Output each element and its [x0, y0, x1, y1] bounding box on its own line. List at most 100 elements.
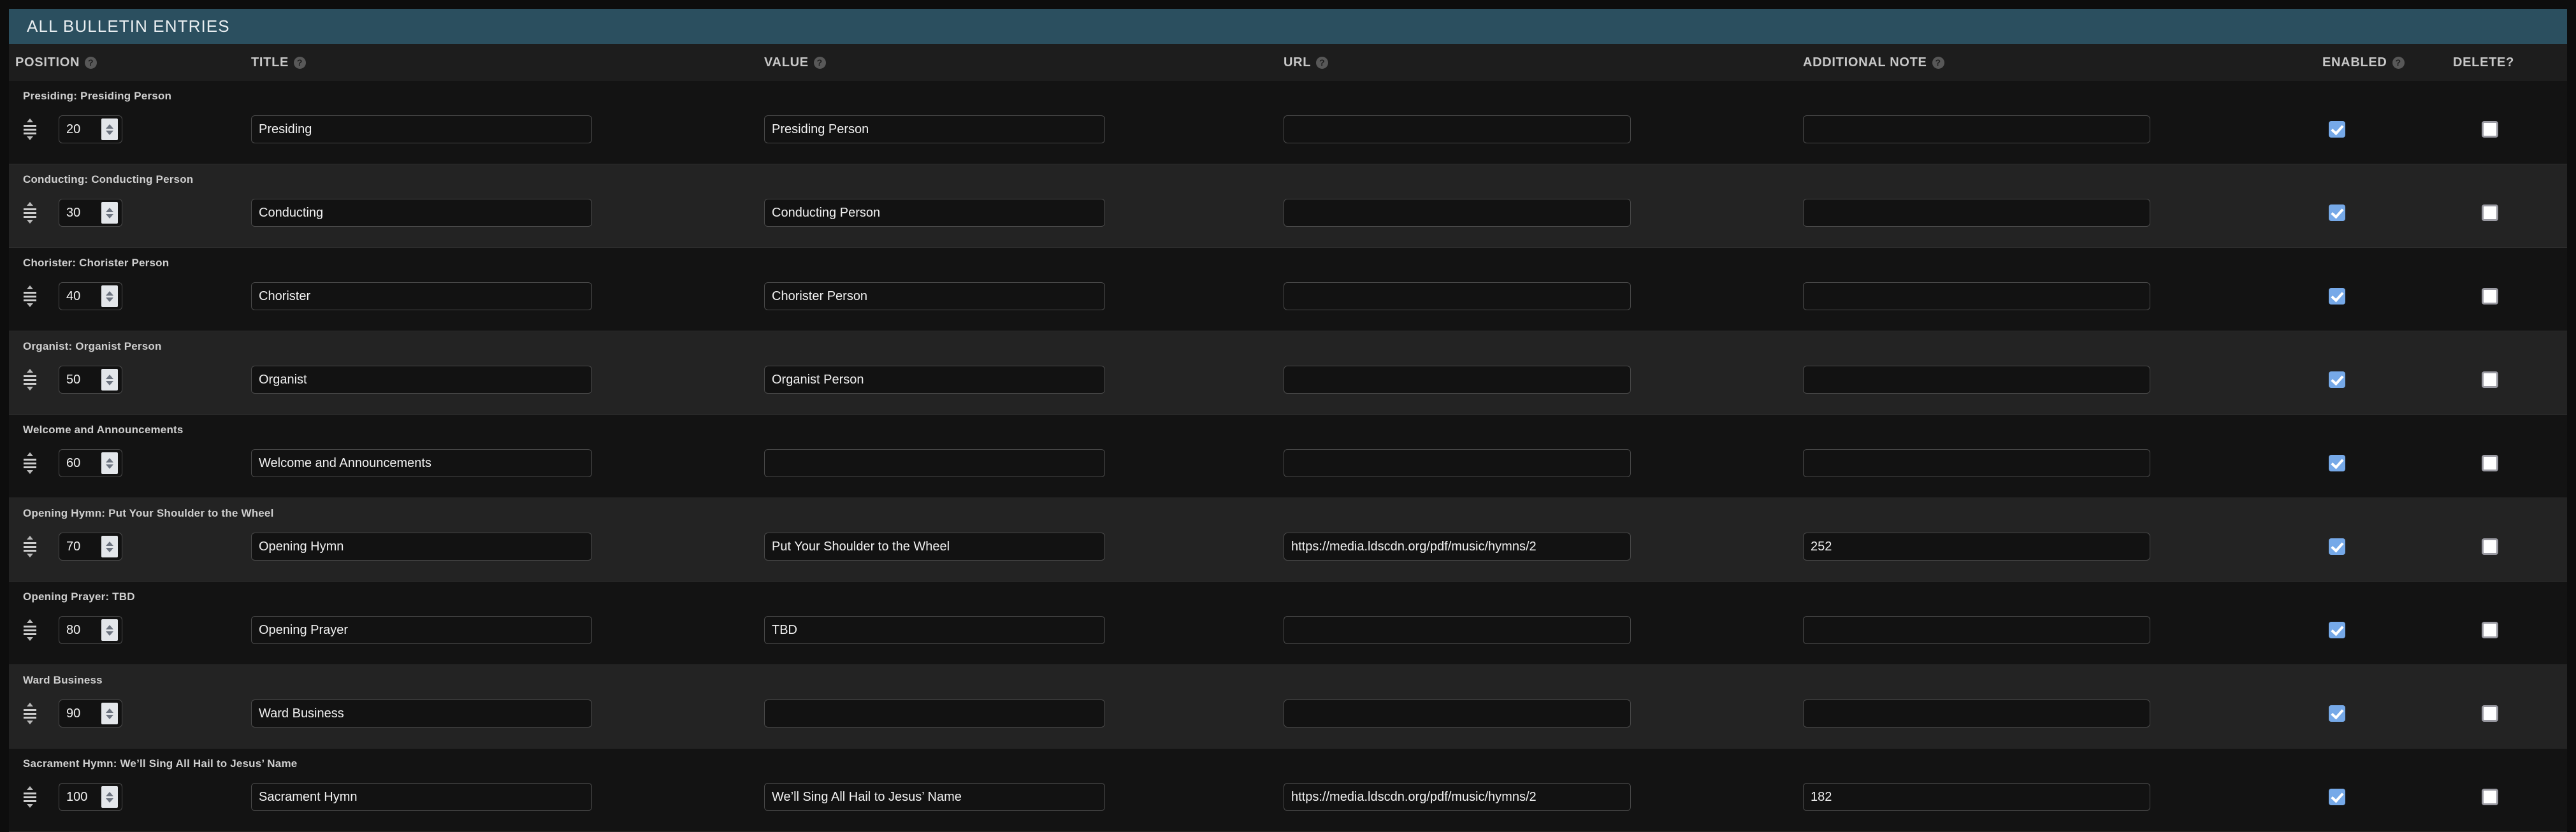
- stepper-buttons[interactable]: [101, 786, 118, 808]
- url-input[interactable]: [1284, 366, 1631, 394]
- title-input[interactable]: [251, 282, 592, 310]
- chevron-up-icon[interactable]: [106, 625, 113, 629]
- stepper-buttons[interactable]: [101, 202, 118, 224]
- delete-checkbox[interactable]: [2482, 204, 2498, 221]
- note-input[interactable]: [1803, 282, 2150, 310]
- delete-checkbox[interactable]: [2482, 622, 2498, 638]
- chevron-up-icon[interactable]: [106, 291, 113, 296]
- url-input[interactable]: [1284, 282, 1631, 310]
- note-input[interactable]: [1803, 616, 2150, 644]
- url-input[interactable]: [1284, 699, 1631, 728]
- chevron-down-icon[interactable]: [106, 548, 113, 552]
- chevron-down-icon[interactable]: [106, 464, 113, 469]
- delete-checkbox[interactable]: [2482, 371, 2498, 388]
- chevron-up-icon[interactable]: [106, 542, 113, 546]
- delete-checkbox[interactable]: [2482, 538, 2498, 555]
- enabled-checkbox[interactable]: [2329, 789, 2345, 805]
- url-input[interactable]: [1284, 783, 1631, 811]
- position-stepper[interactable]: 30: [59, 199, 122, 227]
- position-stepper[interactable]: 60: [59, 449, 122, 477]
- position-value[interactable]: 40: [59, 283, 101, 310]
- chevron-down-icon[interactable]: [106, 214, 113, 219]
- drag-handle-icon[interactable]: [20, 616, 40, 644]
- url-input[interactable]: [1284, 533, 1631, 561]
- title-input[interactable]: [251, 366, 592, 394]
- enabled-checkbox[interactable]: [2329, 622, 2345, 638]
- chevron-down-icon[interactable]: [106, 631, 113, 636]
- enabled-checkbox[interactable]: [2329, 121, 2345, 138]
- stepper-buttons[interactable]: [101, 452, 118, 474]
- help-icon[interactable]: ?: [85, 57, 97, 69]
- position-stepper[interactable]: 80: [59, 616, 122, 644]
- position-value[interactable]: 90: [59, 700, 101, 727]
- note-input[interactable]: [1803, 699, 2150, 728]
- chevron-up-icon[interactable]: [106, 458, 113, 463]
- chevron-down-icon[interactable]: [106, 298, 113, 302]
- value-input[interactable]: [764, 699, 1105, 728]
- chevron-up-icon[interactable]: [106, 792, 113, 796]
- note-input[interactable]: [1803, 115, 2150, 143]
- note-input[interactable]: [1803, 533, 2150, 561]
- position-value[interactable]: 30: [59, 199, 101, 226]
- stepper-buttons[interactable]: [101, 285, 118, 307]
- drag-handle-icon[interactable]: [20, 282, 40, 310]
- position-value[interactable]: 80: [59, 617, 101, 643]
- delete-checkbox[interactable]: [2482, 288, 2498, 305]
- chevron-down-icon[interactable]: [106, 131, 113, 135]
- title-input[interactable]: [251, 115, 592, 143]
- title-input[interactable]: [251, 449, 592, 477]
- drag-handle-icon[interactable]: [20, 699, 40, 728]
- help-icon[interactable]: ?: [814, 57, 826, 69]
- stepper-buttons[interactable]: [101, 369, 118, 391]
- help-icon[interactable]: ?: [1316, 57, 1328, 69]
- chevron-up-icon[interactable]: [106, 708, 113, 713]
- position-value[interactable]: 50: [59, 366, 101, 393]
- position-stepper[interactable]: 90: [59, 699, 122, 728]
- url-input[interactable]: [1284, 616, 1631, 644]
- position-value[interactable]: 20: [59, 116, 101, 143]
- help-icon[interactable]: ?: [2392, 57, 2405, 69]
- value-input[interactable]: [764, 616, 1105, 644]
- enabled-checkbox[interactable]: [2329, 538, 2345, 555]
- note-input[interactable]: [1803, 199, 2150, 227]
- chevron-down-icon[interactable]: [106, 381, 113, 385]
- chevron-down-icon[interactable]: [106, 798, 113, 803]
- value-input[interactable]: [764, 533, 1105, 561]
- position-value[interactable]: 60: [59, 450, 101, 477]
- stepper-buttons[interactable]: [101, 536, 118, 557]
- value-input[interactable]: [764, 449, 1105, 477]
- drag-handle-icon[interactable]: [20, 533, 40, 561]
- chevron-up-icon[interactable]: [106, 208, 113, 212]
- stepper-buttons[interactable]: [101, 703, 118, 724]
- drag-handle-icon[interactable]: [20, 199, 40, 227]
- position-stepper[interactable]: 70: [59, 533, 122, 561]
- title-input[interactable]: [251, 699, 592, 728]
- delete-checkbox[interactable]: [2482, 121, 2498, 138]
- enabled-checkbox[interactable]: [2329, 371, 2345, 388]
- drag-handle-icon[interactable]: [20, 366, 40, 394]
- drag-handle-icon[interactable]: [20, 115, 40, 143]
- position-stepper[interactable]: 20: [59, 115, 122, 143]
- stepper-buttons[interactable]: [101, 118, 118, 140]
- value-input[interactable]: [764, 366, 1105, 394]
- value-input[interactable]: [764, 282, 1105, 310]
- value-input[interactable]: [764, 115, 1105, 143]
- position-stepper[interactable]: 50: [59, 366, 122, 394]
- title-input[interactable]: [251, 533, 592, 561]
- title-input[interactable]: [251, 783, 592, 811]
- chevron-up-icon[interactable]: [106, 124, 113, 129]
- delete-checkbox[interactable]: [2482, 455, 2498, 471]
- enabled-checkbox[interactable]: [2329, 204, 2345, 221]
- url-input[interactable]: [1284, 115, 1631, 143]
- enabled-checkbox[interactable]: [2329, 455, 2345, 471]
- value-input[interactable]: [764, 199, 1105, 227]
- stepper-buttons[interactable]: [101, 619, 118, 641]
- position-value[interactable]: 70: [59, 533, 101, 560]
- chevron-down-icon[interactable]: [106, 715, 113, 719]
- position-value[interactable]: 100: [59, 784, 101, 810]
- drag-handle-icon[interactable]: [20, 783, 40, 811]
- chevron-up-icon[interactable]: [106, 375, 113, 379]
- note-input[interactable]: [1803, 449, 2150, 477]
- note-input[interactable]: [1803, 366, 2150, 394]
- help-icon[interactable]: ?: [294, 57, 306, 69]
